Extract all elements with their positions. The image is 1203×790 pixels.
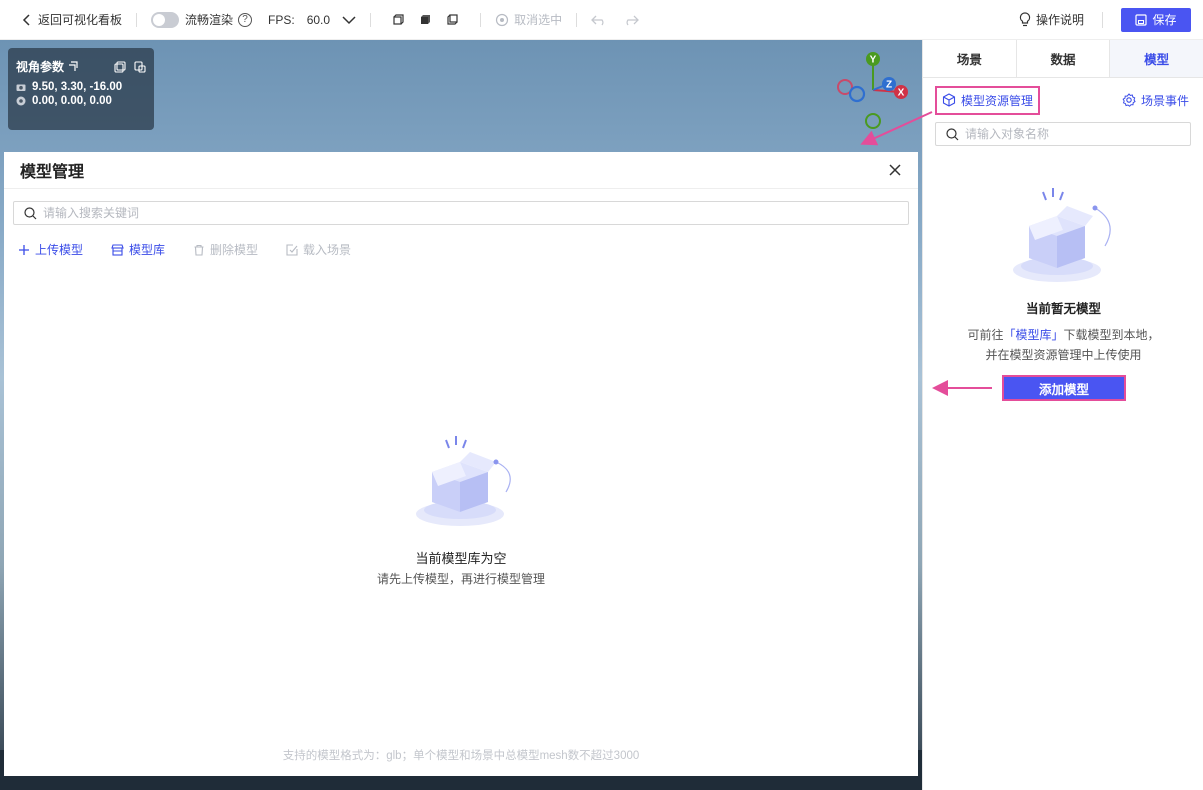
scene-event-button[interactable]: 场景事件 — [1122, 92, 1189, 109]
tab-model[interactable]: 模型 — [1110, 40, 1203, 77]
search-icon — [946, 127, 959, 140]
copy-icon[interactable] — [114, 60, 126, 73]
toolbar-divider — [136, 12, 138, 27]
delete-model-button[interactable]: 删除模型 — [193, 241, 258, 258]
scene-event-label: 场景事件 — [1140, 93, 1189, 108]
paste-icon[interactable] — [134, 60, 146, 73]
back-to-dashboard-button[interactable]: 返回可视化看板 — [22, 0, 122, 40]
toolbar-divider — [1102, 11, 1103, 28]
save-button[interactable]: 保存 — [1121, 7, 1191, 32]
toolbar-divider — [576, 12, 578, 27]
tab-data[interactable]: 数据 — [1016, 40, 1111, 77]
view-params-header: 视角参数 — [16, 58, 146, 75]
empty-box-illustration — [1013, 188, 1111, 282]
add-model-button[interactable]: 添加模型 — [1002, 375, 1126, 401]
modal-empty-subtitle: 请先上传模型，再进行模型管理 — [376, 572, 545, 586]
history-buttons — [591, 0, 639, 40]
help-icon[interactable]: ? — [238, 12, 253, 27]
reset-view-icon[interactable] — [68, 61, 79, 72]
operation-guide-label: 操作说明 — [1035, 13, 1084, 27]
fps-label: FPS: — [268, 12, 295, 27]
smooth-render-toggle-group: 流畅渲染 ? — [151, 0, 253, 40]
axis-gizmo[interactable]: Y Z X — [832, 48, 912, 133]
undo-icon[interactable] — [591, 14, 607, 26]
modal-search-box — [13, 201, 909, 225]
close-icon[interactable] — [888, 163, 902, 177]
modal-search-input[interactable] — [43, 206, 839, 220]
cube-side-icon[interactable] — [447, 14, 458, 25]
empty-box-illustration — [416, 436, 511, 526]
axis-x-label: X — [898, 88, 905, 99]
lightbulb-icon — [1019, 12, 1031, 27]
fps-group: FPS: 60.0 — [268, 0, 356, 40]
target-position-row: 0.00, 0.00, 0.00 — [16, 95, 146, 107]
model-resource-management-button[interactable]: 模型资源管理 — [935, 85, 1041, 115]
model-management-modal: 模型管理 上传模型 模型库 删除模型 载入场景 — [4, 152, 918, 776]
smooth-render-label: 流畅渲染 — [185, 13, 234, 27]
cube-icon — [942, 93, 956, 107]
fps-value[interactable]: 60.0 — [307, 13, 330, 27]
right-empty-line1: 可前往「模型库」下载模型到本地， — [923, 326, 1203, 343]
chevron-down-icon[interactable] — [342, 15, 356, 25]
delete-model-label: 删除模型 — [210, 243, 259, 257]
smooth-render-toggle[interactable] — [151, 11, 180, 28]
deselect-label: 取消选中 — [514, 13, 563, 27]
save-label: 保存 — [1152, 13, 1177, 27]
gear-icon — [1122, 93, 1136, 107]
axis-z-label: Z — [886, 80, 892, 91]
view-params-panel: 视角参数 9.50, 3.30, -16.00 0.00, 0.00, 0.00 — [8, 48, 154, 130]
right-panel: 场景 数据 模型 模型资源管理 场景事件 当前暂无模型 可前往「模型库」下载模型… — [922, 40, 1203, 790]
store-icon — [111, 243, 124, 256]
toolbar-divider — [370, 12, 372, 27]
back-label: 返回可视化看板 — [38, 13, 123, 27]
object-search-input[interactable] — [965, 127, 1185, 141]
modal-title: 模型管理 — [20, 164, 85, 181]
chevron-left-icon — [22, 13, 30, 26]
right-empty-line1-prefix: 可前往 — [967, 328, 1004, 342]
toolbar-divider — [480, 12, 482, 27]
upload-model-label: 上传模型 — [35, 243, 84, 257]
modal-footer-note: 支持的模型格式为：glb；单个模型和场景中总模型mesh数不超过3000 — [282, 750, 640, 762]
top-toolbar: 返回可视化看板 流畅渲染 ? FPS: 60.0 取消选中 操作说明 保存 — [0, 0, 1203, 40]
model-library-label: 模型库 — [129, 243, 166, 257]
modal-header: 模型管理 — [4, 152, 918, 189]
load-scene-button[interactable]: 载入场景 — [286, 241, 351, 258]
model-tab-links: 模型资源管理 场景事件 — [935, 85, 1189, 115]
upload-model-button[interactable]: 上传模型 — [18, 241, 83, 258]
camera-icon — [16, 84, 26, 91]
modal-action-bar: 上传模型 模型库 删除模型 载入场景 — [18, 241, 379, 258]
view-params-title: 视角参数 — [16, 60, 65, 74]
right-empty-line2: 并在模型资源管理中上传使用 — [985, 348, 1142, 362]
target-icon — [16, 96, 26, 106]
axis-y-label: Y — [870, 55, 877, 66]
tab-scene[interactable]: 场景 — [923, 40, 1017, 77]
modal-empty-title: 当前模型库为空 — [415, 551, 507, 566]
deselect-button[interactable]: 取消选中 — [495, 0, 562, 40]
model-library-button[interactable]: 模型库 — [111, 241, 165, 258]
object-search-box — [935, 122, 1191, 146]
cube-solid-icon[interactable] — [420, 14, 431, 25]
search-icon — [24, 206, 37, 219]
model-library-link[interactable]: 「模型库」 — [1003, 328, 1063, 342]
trash-icon — [194, 244, 204, 256]
redo-icon[interactable] — [623, 14, 639, 26]
save-icon — [1135, 13, 1148, 26]
camera-position-row: 9.50, 3.30, -16.00 — [16, 81, 146, 93]
right-empty-line1-suffix: 下载模型到本地， — [1063, 328, 1160, 342]
model-resource-management-label: 模型资源管理 — [961, 93, 1034, 108]
target-position-value: 0.00, 0.00, 0.00 — [32, 95, 112, 107]
import-icon — [286, 243, 298, 256]
load-scene-label: 载入场景 — [303, 243, 352, 257]
camera-position-value: 9.50, 3.30, -16.00 — [32, 81, 123, 93]
plus-icon — [19, 244, 29, 255]
view-cube-buttons — [385, 0, 466, 40]
operation-guide-button[interactable]: 操作说明 — [1019, 0, 1084, 40]
target-icon — [495, 13, 509, 26]
right-empty-title: 当前暂无模型 — [1025, 302, 1101, 316]
cube-front-icon[interactable] — [393, 14, 404, 25]
right-panel-tabs: 场景 数据 模型 — [923, 40, 1203, 78]
toolbar-right: 操作说明 保存 — [1019, 0, 1191, 40]
